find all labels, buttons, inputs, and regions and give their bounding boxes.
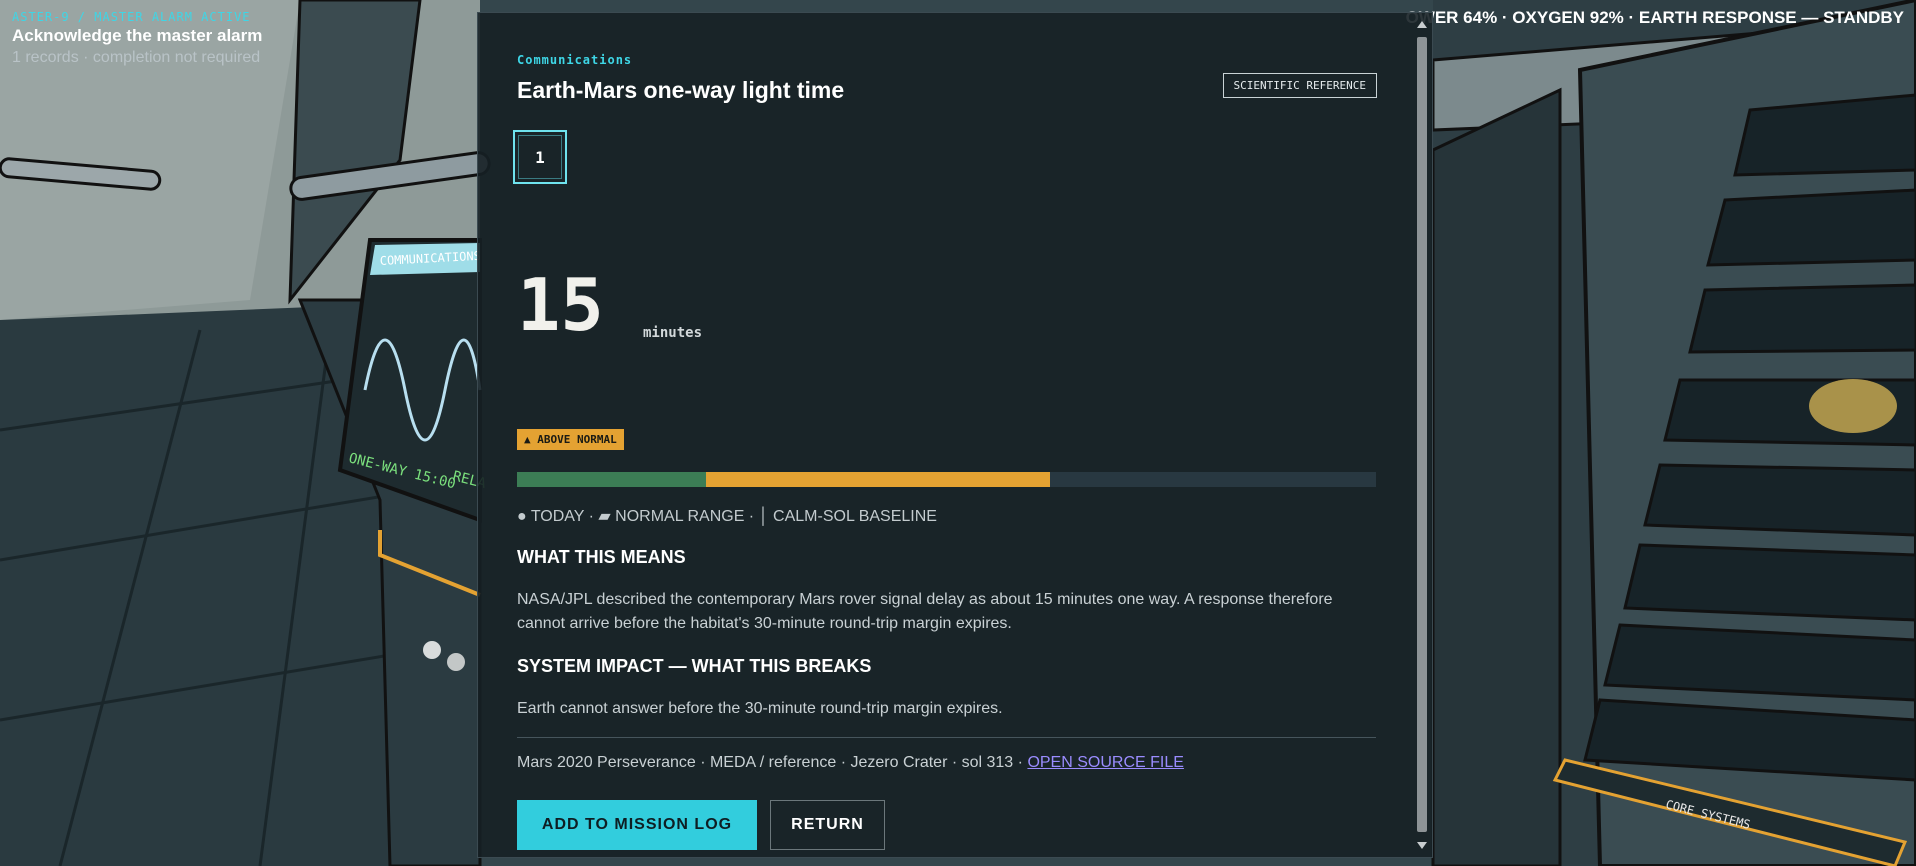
record-page-number: 1 bbox=[518, 135, 562, 179]
legend-today: ● TODAY · bbox=[517, 508, 594, 525]
legend-baseline: │ CALM-SOL BASELINE bbox=[758, 508, 937, 525]
system-status-line: OWER 64% · OXYGEN 92% · EARTH RESPONSE —… bbox=[1405, 8, 1904, 27]
return-button[interactable]: RETURN bbox=[770, 800, 885, 850]
meaning-heading: WHAT THIS MEANS bbox=[517, 547, 686, 567]
category-label: Communications bbox=[517, 53, 633, 67]
impact-heading: SYSTEM IMPACT — WHAT THIS BREAKS bbox=[517, 656, 872, 676]
modal-scrollbar[interactable] bbox=[1414, 15, 1430, 855]
source-text: Mars 2020 Perseverance · MEDA / referenc… bbox=[517, 754, 1023, 771]
range-legend: ● TODAY · ▰ NORMAL RANGE · │ CALM-SOL BA… bbox=[517, 506, 937, 526]
modal-title: Earth-Mars one-way light time bbox=[517, 77, 845, 103]
range-bar bbox=[517, 472, 1376, 487]
today-segment bbox=[705, 472, 1050, 487]
impact-text: Earth cannot answer before the 30-minute… bbox=[517, 700, 1003, 717]
record-page-button[interactable]: 1 bbox=[513, 130, 567, 184]
scroll-up-arrow-icon[interactable] bbox=[1417, 21, 1427, 28]
status-badge: ▲ ABOVE NORMAL bbox=[517, 429, 624, 450]
reference-badge: SCIENTIFIC REFERENCE bbox=[1222, 73, 1377, 98]
add-to-mission-log-button[interactable]: ADD TO MISSION LOG bbox=[517, 800, 757, 850]
objective-panel: ASTER-9 / MASTER ALARM ACTIVE Acknowledg… bbox=[12, 10, 262, 67]
metric-value: 15 bbox=[517, 263, 604, 347]
scroll-down-arrow-icon[interactable] bbox=[1417, 842, 1427, 849]
objective-subtitle: 1 records · completion not required bbox=[12, 49, 261, 66]
legend-normal-range: ▰ NORMAL RANGE · bbox=[598, 508, 755, 525]
meaning-text: NASA/JPL described the contemporary Mars… bbox=[517, 591, 1333, 632]
open-source-file-link[interactable]: OPEN SOURCE FILE bbox=[1027, 754, 1183, 771]
divider bbox=[517, 737, 1376, 738]
reference-modal: Communications Earth-Mars one-way light … bbox=[477, 12, 1433, 858]
metric-unit: minutes bbox=[643, 325, 703, 341]
scroll-thumb[interactable] bbox=[1417, 37, 1427, 832]
normal-range-segment bbox=[517, 472, 706, 487]
source-line: Mars 2020 Perseverance · MEDA / referenc… bbox=[517, 754, 1184, 772]
alarm-label: ASTER-9 / MASTER ALARM ACTIVE bbox=[12, 10, 251, 24]
objective-title: Acknowledge the master alarm bbox=[12, 26, 263, 45]
